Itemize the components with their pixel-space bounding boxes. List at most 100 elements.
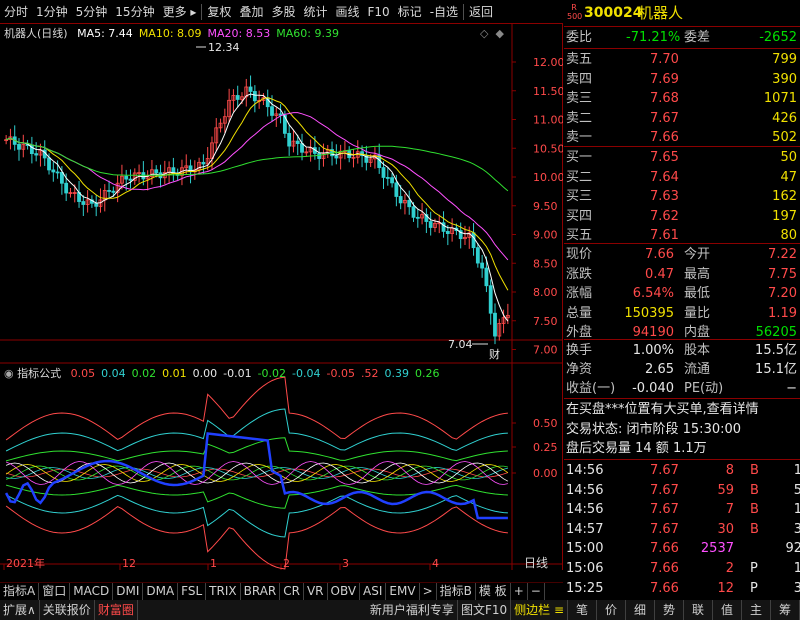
sell-level-row[interactable]: 卖一 7.66 502 bbox=[564, 128, 800, 147]
sell-level-row[interactable]: 卖五 7.70 799 bbox=[564, 50, 800, 69]
status-bar: 扩展∧ 关联报价 财富圈 新用户福利专享 图文F10 侧边栏 ≡ 笔价细势联值主筹 bbox=[0, 600, 800, 620]
side-tab[interactable]: 笔 bbox=[568, 600, 597, 620]
tick-time: 15:00 bbox=[566, 541, 604, 557]
indicator-tab[interactable]: TRIX bbox=[206, 583, 241, 600]
toolbar-item[interactable]: 分时 bbox=[0, 0, 32, 24]
indicator-tab[interactable]: 指标A bbox=[0, 583, 40, 600]
toolbar-item[interactable]: 更多 ▸ bbox=[159, 0, 201, 24]
side-tab[interactable]: 值 bbox=[713, 600, 742, 620]
quote-panel: R 500 300024 机器人 委比 -71.21% 委差 -2652 卖五 7.70 7… bbox=[564, 0, 800, 600]
fundamental-value: 1.00% bbox=[632, 343, 674, 358]
candle-body bbox=[394, 182, 399, 197]
indicator-tab[interactable]: − bbox=[528, 583, 545, 600]
indicator-tab[interactable]: 模 板 bbox=[476, 583, 511, 600]
indicator-title[interactable]: 指标公式 bbox=[17, 367, 61, 380]
stock-terminal: 分时 1分钟 5分钟 15分钟 更多 ▸ 复权 叠加 多股 统计 画线 F10 标记 -自选 返回 12.… bbox=[0, 0, 800, 620]
sell-level-row[interactable]: 卖四 7.69 390 bbox=[564, 70, 800, 89]
indicator-tab[interactable]: DMA bbox=[143, 583, 179, 600]
toolbar-item[interactable]: 返回 bbox=[465, 0, 497, 24]
buy-level-row[interactable]: 买一 7.65 50 bbox=[564, 148, 800, 167]
status-left-item[interactable]: 关联报价 bbox=[40, 600, 95, 620]
side-tab[interactable]: 细 bbox=[626, 600, 655, 620]
indicator-tab[interactable]: FSL bbox=[178, 583, 207, 600]
indicator-tab[interactable]: EMV bbox=[386, 583, 420, 600]
price-tick-label: 7.00 bbox=[533, 344, 558, 357]
sell-level-row[interactable]: 卖三 7.68 1071 bbox=[564, 89, 800, 108]
stat-row: 涨跌 0.47 最高 7.75 bbox=[564, 265, 800, 284]
finance-badge[interactable]: 财 bbox=[489, 347, 500, 361]
buy-level-price: 7.62 bbox=[650, 208, 679, 224]
toolbar-item[interactable]: 统计 bbox=[299, 0, 331, 24]
toolbar-item[interactable]: F10 bbox=[364, 0, 394, 24]
tick-price: 7.66 bbox=[650, 541, 679, 557]
chart-settings-icons[interactable]: ◇ ◆ bbox=[480, 27, 504, 40]
kline-chart[interactable]: 12.0011.5011.0010.5010.009.509.008.508.0… bbox=[0, 24, 563, 570]
candle-body bbox=[484, 267, 489, 287]
side-tab[interactable]: 筹 bbox=[771, 600, 800, 620]
stat-value: 0.47 bbox=[645, 266, 674, 282]
toolbar-item[interactable]: 复权 bbox=[203, 0, 235, 24]
tick-volume: 30 bbox=[717, 521, 734, 537]
stock-code: 300024 bbox=[584, 5, 643, 21]
candle-body bbox=[488, 285, 493, 314]
status-mid-item[interactable]: 图文F10 bbox=[458, 600, 512, 620]
indicator-tick-label: 0.00 bbox=[533, 467, 558, 480]
status-left-item[interactable]: 财富圈 bbox=[95, 600, 138, 620]
indicator-collapse-icon[interactable]: ◉ bbox=[4, 367, 14, 380]
indicator-value: 0.39 bbox=[384, 367, 409, 380]
stat-value: 150395 bbox=[624, 305, 674, 321]
toolbar-item[interactable]: -自选 bbox=[426, 0, 462, 24]
notice-text[interactable]: 在买盘***位置有大买单,查看详情 bbox=[566, 400, 759, 419]
toolbar-item[interactable]: 1分钟 bbox=[32, 0, 72, 24]
indicator-tab[interactable]: OBV bbox=[328, 583, 361, 600]
big-order-notice[interactable]: 在买盘***位置有大买单,查看详情 bbox=[564, 400, 800, 419]
candle-body bbox=[51, 169, 56, 173]
status-left-item[interactable]: 扩展∧ bbox=[0, 600, 40, 620]
indicator-tab[interactable]: ASI bbox=[360, 583, 387, 600]
toolbar-item[interactable]: 标记 bbox=[394, 0, 426, 24]
tick-time: 14:56 bbox=[566, 502, 604, 518]
tick-row: 14:56 7.67 7 B 1 bbox=[564, 500, 800, 519]
toolbar-item[interactable]: 画线 bbox=[331, 0, 363, 24]
indicator-tab[interactable]: VR bbox=[304, 583, 328, 600]
indicator-tab[interactable]: > bbox=[420, 583, 437, 600]
indicator-tab[interactable]: BRAR bbox=[241, 583, 281, 600]
high-price-label: 12.34 bbox=[208, 41, 240, 54]
divider bbox=[564, 146, 800, 147]
candle-body bbox=[107, 190, 111, 192]
indicator-lines bbox=[4, 376, 509, 570]
trade-state-text: 交易状态: 闭市阶段 15:30:00 bbox=[566, 422, 742, 437]
toolbar-item[interactable]: 叠加 bbox=[235, 0, 267, 24]
stat-row: 现价 7.66 今开 7.22 bbox=[564, 245, 800, 264]
indicator-tab[interactable]: DMI bbox=[113, 583, 144, 600]
indicator-tab[interactable]: CR bbox=[280, 583, 304, 600]
tick-price: 7.67 bbox=[650, 502, 679, 518]
side-tab[interactable]: 价 bbox=[597, 600, 626, 620]
indicator-tab[interactable]: MACD bbox=[70, 583, 114, 600]
candle-body bbox=[445, 230, 450, 234]
side-tab[interactable]: 联 bbox=[684, 600, 713, 620]
buy-level-row[interactable]: 买三 7.63 162 bbox=[564, 187, 800, 206]
indicator-tab[interactable]: 指标B bbox=[437, 583, 476, 600]
stat-value: 7.66 bbox=[645, 247, 674, 262]
status-mid-item[interactable]: 新用户福利专享 bbox=[367, 600, 458, 620]
indicator-value: -0.05 bbox=[326, 367, 355, 380]
tick-count: 1 bbox=[793, 561, 800, 576]
indicator-tab[interactable]: 窗口 bbox=[39, 583, 71, 600]
sell-level-price: 7.70 bbox=[650, 52, 679, 67]
side-tab[interactable]: 势 bbox=[655, 600, 684, 620]
candle-body bbox=[287, 132, 292, 147]
price-tick-label: 10.00 bbox=[533, 171, 563, 184]
sell-level-label: 卖四 bbox=[566, 71, 593, 87]
candle-body bbox=[55, 171, 60, 174]
buy-level-label: 买二 bbox=[566, 169, 593, 185]
toolbar-item[interactable]: 15分钟 bbox=[111, 0, 158, 24]
indicator-tab[interactable]: + bbox=[511, 583, 528, 600]
sell-level-row[interactable]: 卖二 7.67 426 bbox=[564, 109, 800, 128]
buy-level-row[interactable]: 买二 7.64 47 bbox=[564, 168, 800, 187]
toolbar-item[interactable]: 5分钟 bbox=[72, 0, 112, 24]
toolbar-item[interactable]: 多股 bbox=[267, 0, 299, 24]
side-tab[interactable]: 主 bbox=[742, 600, 771, 620]
buy-level-row[interactable]: 买四 7.62 197 bbox=[564, 207, 800, 226]
status-mid-item[interactable]: 侧边栏 ≡ bbox=[511, 600, 568, 620]
